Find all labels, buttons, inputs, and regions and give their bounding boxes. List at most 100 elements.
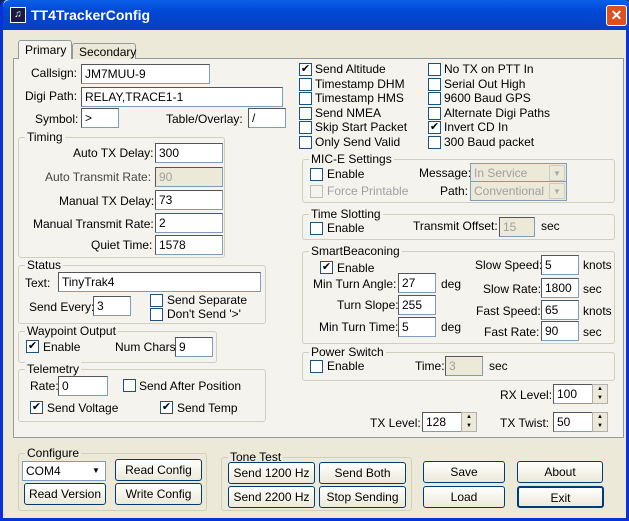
tx-twist-input[interactable]: 50 xyxy=(553,412,593,432)
dont-send-checkbox[interactable] xyxy=(150,308,163,321)
tab-secondary[interactable]: Secondary xyxy=(72,43,136,59)
table-overlay-input[interactable]: / xyxy=(248,108,286,128)
only-send-valid-checkbox[interactable] xyxy=(299,135,312,149)
300-baud-packet-checkbox[interactable] xyxy=(428,135,441,149)
about-button[interactable]: About xyxy=(517,461,603,483)
mic-e-enable-label: Enable xyxy=(327,167,365,181)
9600-baud-gps-checkbox[interactable] xyxy=(428,92,441,105)
sec-unit: sec xyxy=(583,282,602,296)
send-2200-button[interactable]: Send 2200 Hz xyxy=(228,486,315,508)
smart-enable-checkbox[interactable]: ✔ xyxy=(320,261,333,274)
timestamp-dhm-checkbox[interactable] xyxy=(299,77,312,91)
sec-unit: sec xyxy=(583,325,602,339)
tx-level-input[interactable]: 128 xyxy=(422,412,462,432)
telemetry-rate-label: Rate: xyxy=(30,379,59,393)
time-slotting-enable-checkbox[interactable] xyxy=(310,222,323,235)
smart-enable-label: Enable xyxy=(337,261,375,275)
read-version-button[interactable]: Read Version xyxy=(24,483,106,505)
alternate-digi-paths-checkbox[interactable] xyxy=(428,106,441,120)
stop-sending-button[interactable]: Stop Sending xyxy=(319,486,406,508)
send-both-button[interactable]: Send Both xyxy=(319,462,406,484)
smartbeaconing-title: SmartBeaconing xyxy=(309,244,402,258)
power-time-input[interactable]: 3 xyxy=(445,356,483,376)
send-1200-button[interactable]: Send 1200 Hz xyxy=(228,462,315,484)
rx-level-input[interactable]: 100 xyxy=(553,384,593,404)
manual-tx-delay-input[interactable]: 73 xyxy=(155,190,223,210)
read-config-button[interactable]: Read Config xyxy=(115,459,202,481)
fast-speed-input[interactable]: 65 xyxy=(541,300,579,320)
auto-transmit-rate-input[interactable]: 90 xyxy=(155,167,223,187)
skip-start-packet-checkbox[interactable] xyxy=(299,121,312,134)
fast-rate-input[interactable]: 90 xyxy=(541,321,579,341)
status-text-input[interactable]: TinyTrak4 xyxy=(58,272,261,292)
serial-out-high-checkbox[interactable] xyxy=(428,77,441,91)
num-chars-input[interactable]: 9 xyxy=(175,337,213,357)
power-enable-checkbox[interactable] xyxy=(310,360,323,373)
load-button[interactable]: Load xyxy=(423,486,505,508)
exit-button[interactable]: Exit xyxy=(517,486,604,508)
auto-tx-delay-input[interactable]: 300 xyxy=(155,143,223,163)
send-nmea-checkbox[interactable] xyxy=(299,106,312,120)
transmit-offset-unit: sec xyxy=(541,219,560,233)
chevron-down-icon: ▼ xyxy=(549,165,565,181)
slow-speed-input[interactable]: 5 xyxy=(541,255,579,275)
symbol-input[interactable]: > xyxy=(81,108,119,128)
min-turn-time-input[interactable]: 5 xyxy=(398,317,436,337)
write-config-button[interactable]: Write Config xyxy=(115,483,202,505)
tx-twist-spinner[interactable]: ▲ ▼ xyxy=(592,412,608,432)
send-every-label: Send Every: xyxy=(29,300,95,314)
send-voltage-checkbox[interactable]: ✔ xyxy=(30,401,43,414)
rx-level-spinner[interactable]: ▲ ▼ xyxy=(592,384,608,404)
turn-slope-label: Turn Slope: xyxy=(337,298,399,312)
title-bar[interactable]: ♫ TT4TrackerConfig ✕ xyxy=(3,0,629,30)
close-button[interactable]: ✕ xyxy=(606,5,627,26)
time-slotting-title: Time Slotting xyxy=(309,207,383,221)
checkbox-label: Send NMEA xyxy=(315,105,382,120)
power-time-unit: sec xyxy=(489,359,508,373)
waypoint-enable-label: Enable xyxy=(43,340,81,354)
send-every-input[interactable]: 3 xyxy=(93,296,131,316)
time-slotting-enable-label: Enable xyxy=(327,221,365,235)
force-printable-label: Force Printable xyxy=(327,184,409,198)
deg-unit: deg xyxy=(441,320,462,334)
auto-tx-delay-label: Auto TX Delay: xyxy=(73,146,154,160)
turn-slope-input[interactable]: 255 xyxy=(398,295,436,315)
rx-level-label: RX Level: xyxy=(500,388,553,402)
tx-level-spinner[interactable]: ▲ ▼ xyxy=(461,412,477,432)
quiet-time-label: Quiet Time: xyxy=(91,238,153,252)
manual-transmit-rate-input[interactable]: 2 xyxy=(155,213,223,233)
no-tx-on-ptt-in-checkbox[interactable] xyxy=(428,63,441,76)
force-printable-checkbox[interactable] xyxy=(310,185,323,198)
send-separate-checkbox[interactable] xyxy=(150,294,163,307)
message-select[interactable]: In Service ▼ xyxy=(470,163,567,183)
power-switch-title: Power Switch xyxy=(309,345,386,359)
configure-title: Configure xyxy=(25,446,82,460)
status-text-label: Text: xyxy=(25,276,51,290)
min-turn-angle-label: Min Turn Angle: xyxy=(313,277,397,291)
waypoint-enable-checkbox[interactable]: ✔ xyxy=(26,340,39,353)
quiet-time-input[interactable]: 1578 xyxy=(155,235,223,255)
window-title: TT4TrackerConfig xyxy=(31,7,151,23)
save-button[interactable]: Save xyxy=(423,461,505,483)
timestamp-hms-checkbox[interactable] xyxy=(299,92,312,105)
mic-e-enable-checkbox[interactable] xyxy=(310,168,323,181)
invert-cd-in-checkbox[interactable]: ✔ xyxy=(428,121,441,134)
send-temp-checkbox[interactable]: ✔ xyxy=(160,401,173,414)
slow-rate-input[interactable]: 1800 xyxy=(541,278,579,298)
digi-path-input[interactable]: RELAY,TRACE1-1 xyxy=(81,87,283,107)
checkbox-label: Skip Start Packet xyxy=(315,120,408,134)
transmit-offset-label: Transmit Offset: xyxy=(413,219,498,233)
slow-rate-label: Slow Rate: xyxy=(483,282,542,296)
callsign-input[interactable]: JM7MUU-9 xyxy=(81,64,210,84)
send-altitude-checkbox[interactable]: ✔ xyxy=(299,63,312,76)
checkbox-label: Invert CD In xyxy=(444,120,509,134)
telemetry-rate-input[interactable]: 0 xyxy=(58,376,108,396)
knots-unit: knots xyxy=(583,304,612,318)
min-turn-angle-input[interactable]: 27 xyxy=(398,273,436,293)
send-after-position-checkbox[interactable] xyxy=(123,379,136,392)
tab-primary[interactable]: Primary xyxy=(18,40,72,59)
com-port-select[interactable]: COM4 ▼ xyxy=(22,461,106,481)
path-select[interactable]: Conventional ▼ xyxy=(470,181,567,201)
transmit-offset-input[interactable]: 15 xyxy=(499,217,535,237)
path-label: Path: xyxy=(440,184,469,198)
